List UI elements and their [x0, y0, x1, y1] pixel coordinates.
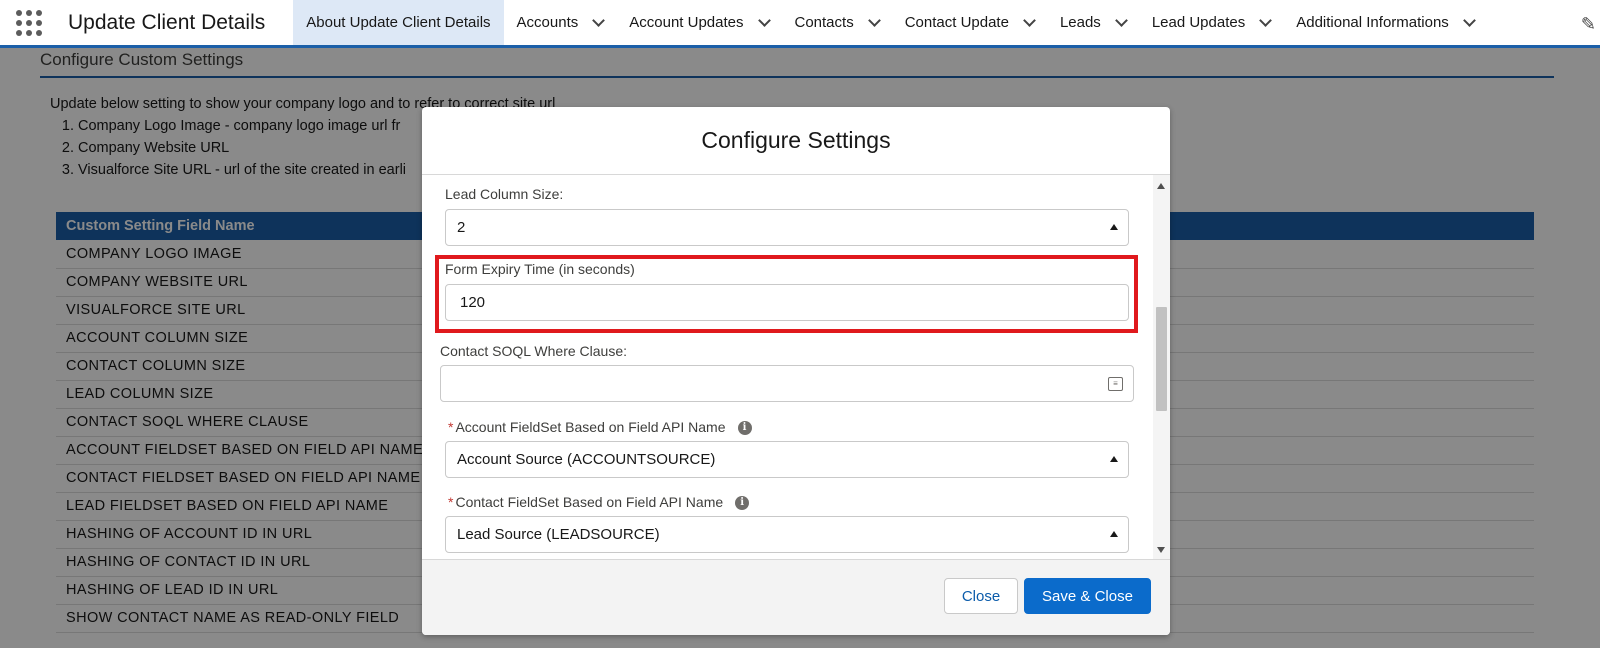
configure-settings-modal: Configure Settings Lead Column Size: 2 F…	[422, 107, 1170, 635]
tab-contact-update[interactable]: Contact Update	[892, 0, 1047, 45]
app-title: Update Client Details	[68, 10, 266, 34]
save-and-close-button[interactable]: Save & Close	[1024, 578, 1151, 614]
close-button[interactable]: Close	[944, 578, 1018, 614]
tab-label: Leads	[1059, 14, 1101, 31]
tab-additional-informations[interactable]: Additional Informations	[1283, 0, 1487, 45]
modal-title: Configure Settings	[422, 107, 1170, 175]
input-value: 120	[460, 294, 486, 311]
label-text: Account FieldSet Based on Field API Name	[455, 419, 726, 435]
required-marker: *	[448, 419, 454, 435]
form-expiry-input[interactable]: 120	[445, 284, 1129, 321]
tab-label: Lead Updates	[1151, 14, 1246, 31]
scroll-up-arrow-icon[interactable]	[1157, 183, 1165, 189]
form-expiry-label: Form Expiry Time (in seconds)	[445, 261, 635, 277]
tab-leads[interactable]: Leads	[1047, 0, 1139, 45]
chevron-down-icon[interactable]	[1259, 13, 1273, 27]
tab-label: Additional Informations	[1296, 14, 1449, 31]
select-value: Account Source (ACCOUNTSOURCE)	[457, 451, 716, 468]
tab-accounts[interactable]: Accounts	[504, 0, 617, 45]
caret-up-icon	[1110, 531, 1118, 537]
lead-column-size-label: Lead Column Size:	[445, 186, 564, 202]
tab-about-update-client-details[interactable]: About Update Client Details	[293, 0, 504, 48]
tab-label: Accounts	[516, 14, 579, 31]
chevron-down-icon[interactable]	[1114, 13, 1128, 27]
modal-footer: Close Save & Close	[422, 559, 1170, 635]
chevron-down-icon[interactable]	[592, 13, 606, 27]
resize-handle-icon[interactable]: ≡	[1108, 377, 1123, 391]
info-icon[interactable]: i	[737, 421, 752, 436]
app-launcher-icon[interactable]	[0, 0, 58, 45]
modal-scrollbar[interactable]	[1153, 175, 1170, 559]
caret-up-icon	[1110, 224, 1118, 230]
scroll-down-arrow-icon[interactable]	[1157, 547, 1165, 553]
tab-label: Contacts	[794, 14, 854, 31]
chevron-down-icon[interactable]	[1023, 13, 1036, 27]
contact-soql-textarea[interactable]: ≡	[440, 365, 1134, 402]
scrollbar-thumb[interactable]	[1156, 307, 1167, 411]
chevron-down-icon[interactable]	[867, 13, 881, 27]
top-nav-bar: Update Client Details About Update Clien…	[0, 0, 1600, 48]
lead-column-size-select[interactable]: 2	[445, 209, 1129, 246]
tab-label: Contact Update	[904, 14, 1009, 31]
tab-label: About Update Client Details	[306, 14, 491, 31]
select-value: Lead Source (LEADSOURCE)	[457, 526, 660, 543]
tab-label: Account Updates	[629, 14, 744, 31]
tab-lead-updates[interactable]: Lead Updates	[1139, 0, 1283, 45]
chevron-down-icon[interactable]	[1462, 13, 1476, 27]
contact-fieldset-select[interactable]: Lead Source (LEADSOURCE)	[445, 516, 1129, 553]
contact-fieldset-label: * Contact FieldSet Based on Field API Nam…	[448, 494, 750, 511]
caret-up-icon	[1110, 456, 1118, 462]
contact-soql-label: Contact SOQL Where Clause:	[440, 343, 628, 359]
label-text: Contact FieldSet Based on Field API Name	[455, 494, 724, 510]
info-icon[interactable]: i	[735, 496, 750, 511]
modal-body: Lead Column Size: 2 Form Expiry Time (in…	[422, 175, 1170, 559]
required-marker: *	[448, 494, 454, 510]
chevron-down-icon[interactable]	[757, 13, 771, 27]
account-fieldset-select[interactable]: Account Source (ACCOUNTSOURCE)	[445, 441, 1129, 478]
pencil-icon[interactable]: ✎	[1581, 14, 1596, 35]
account-fieldset-label: * Account FieldSet Based on Field API Nam…	[448, 419, 752, 436]
tab-account-updates[interactable]: Account Updates	[616, 0, 781, 45]
select-value: 2	[457, 219, 466, 236]
tab-contacts[interactable]: Contacts	[782, 0, 892, 45]
